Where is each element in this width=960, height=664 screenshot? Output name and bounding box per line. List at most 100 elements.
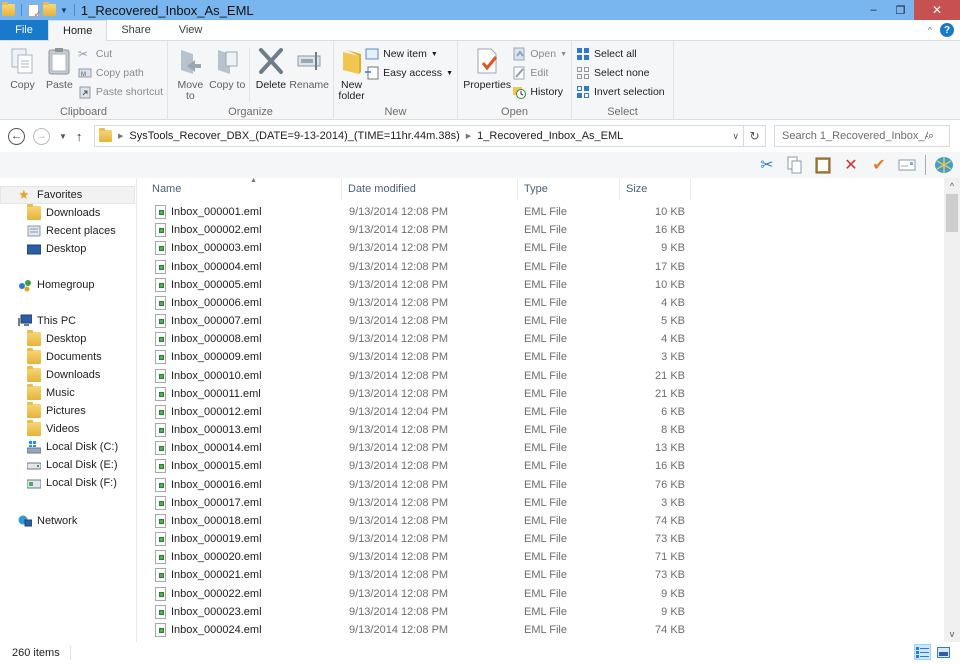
- file-row[interactable]: Inbox_000001.eml 9/13/2014 12:08 PM EML Fi…: [138, 204, 698, 222]
- address-dropdown-icon[interactable]: ∨: [732, 131, 739, 142]
- sidebar-item-this-pc[interactable]: This PC: [0, 312, 76, 330]
- copy-icon[interactable]: [785, 155, 805, 175]
- file-row[interactable]: Inbox_000017.eml 9/13/2014 12:08 PM EML Fi…: [138, 495, 698, 513]
- file-row[interactable]: Inbox_000005.eml 9/13/2014 12:08 PM EML Fi…: [138, 277, 698, 295]
- scroll-down-icon[interactable]: v: [944, 626, 960, 642]
- scroll-thumb[interactable]: [946, 194, 958, 232]
- properties-icon[interactable]: [28, 3, 41, 20]
- sidebar-label: Favorites: [37, 189, 83, 201]
- file-size: 71 KB: [655, 551, 685, 564]
- invert-selection-button[interactable]: Invert selection: [576, 84, 665, 100]
- email-icon[interactable]: [897, 155, 917, 175]
- sidebar-item-local-disk-f[interactable]: Local Disk (F:): [0, 474, 117, 492]
- tab-view[interactable]: View: [165, 20, 217, 40]
- breadcrumb-item[interactable]: 1_Recovered_Inbox_As_EML: [477, 130, 623, 142]
- file-row[interactable]: Inbox_000008.eml 9/13/2014 12:08 PM EML Fi…: [138, 331, 698, 349]
- move-to-label: Move to: [177, 79, 204, 102]
- file-row[interactable]: Inbox_000013.eml 9/13/2014 12:08 PM EML Fi…: [138, 422, 698, 440]
- qat-dropdown-icon[interactable]: ▼: [60, 6, 68, 15]
- new-item-button[interactable]: New item ▼: [365, 46, 453, 62]
- file-row[interactable]: Inbox_000021.eml 9/13/2014 12:08 PM EML Fi…: [138, 567, 698, 585]
- file-row[interactable]: Inbox_000024.eml 9/13/2014 12:08 PM EML Fi…: [138, 622, 698, 640]
- help-icon[interactable]: ?: [940, 23, 954, 37]
- history-button[interactable]: History: [512, 84, 567, 100]
- large-icons-view-icon: [937, 646, 950, 658]
- forward-button[interactable]: →: [33, 127, 50, 145]
- close-button[interactable]: ✕: [914, 0, 960, 20]
- search-icon[interactable]: ⌕: [928, 130, 934, 143]
- copy-path-button[interactable]: M Copy path: [78, 65, 163, 81]
- column-header-size[interactable]: Size: [620, 178, 691, 200]
- sidebar-item-videos[interactable]: Videos: [0, 420, 79, 438]
- edit-button[interactable]: Edit: [512, 65, 567, 81]
- sidebar-item-pc-downloads[interactable]: Downloads: [0, 366, 100, 384]
- file-row[interactable]: Inbox_000010.eml 9/13/2014 12:08 PM EML Fi…: [138, 368, 698, 386]
- sidebar-item-recent-places[interactable]: Recent places: [0, 222, 116, 240]
- easy-access-button[interactable]: Easy access ▼: [365, 65, 453, 81]
- delete-icon[interactable]: ✕: [841, 155, 861, 175]
- file-row[interactable]: Inbox_000014.eml 9/13/2014 12:08 PM EML Fi…: [138, 440, 698, 458]
- file-row[interactable]: Inbox_000011.eml 9/13/2014 12:08 PM EML Fi…: [138, 386, 698, 404]
- cut-icon[interactable]: ✂: [757, 155, 777, 175]
- search-box[interactable]: ⌕: [774, 125, 950, 147]
- cut-button[interactable]: ✂ Cut: [78, 46, 163, 62]
- tab-share[interactable]: Share: [107, 20, 164, 40]
- refresh-icon[interactable]: ↻: [743, 126, 765, 146]
- column-header-date[interactable]: Date modified: [342, 178, 518, 200]
- file-row[interactable]: Inbox_000004.eml 9/13/2014 12:08 PM EML Fi…: [138, 259, 698, 277]
- sidebar-item-downloads[interactable]: Downloads: [0, 204, 100, 222]
- sidebar-item-documents[interactable]: Documents: [0, 348, 102, 366]
- file-row[interactable]: Inbox_000009.eml 9/13/2014 12:08 PM EML Fi…: [138, 349, 698, 367]
- scroll-up-icon[interactable]: ^: [944, 178, 960, 194]
- sidebar-item-network[interactable]: Network: [0, 512, 77, 530]
- up-button[interactable]: ↑: [76, 129, 83, 144]
- recent-locations-icon[interactable]: ▼: [59, 132, 67, 141]
- back-button[interactable]: ←: [8, 127, 25, 145]
- minimize-button[interactable]: –: [860, 0, 887, 20]
- sidebar-item-music[interactable]: Music: [0, 384, 75, 402]
- tab-home[interactable]: Home: [48, 20, 108, 41]
- sidebar-item-desktop[interactable]: Desktop: [0, 240, 86, 258]
- file-row[interactable]: Inbox_000012.eml 9/13/2014 12:04 PM EML Fi…: [138, 404, 698, 422]
- vertical-scrollbar[interactable]: ^ v: [944, 178, 960, 642]
- large-icons-view-button[interactable]: [935, 644, 952, 660]
- file-row[interactable]: Inbox_000006.eml 9/13/2014 12:08 PM EML Fi…: [138, 295, 698, 313]
- new-folder-icon[interactable]: [43, 2, 56, 16]
- sidebar-item-favorites[interactable]: ★ Favorites: [0, 186, 135, 204]
- file-row[interactable]: Inbox_000022.eml 9/13/2014 12:08 PM EML Fi…: [138, 586, 698, 604]
- crumb-arrow-icon[interactable]: ▶: [118, 132, 123, 140]
- select-none-button[interactable]: Select none: [576, 65, 665, 81]
- sidebar-item-local-disk-e[interactable]: Local Disk (E:): [0, 456, 118, 474]
- file-row[interactable]: Inbox_000016.eml 9/13/2014 12:08 PM EML Fi…: [138, 477, 698, 495]
- file-row[interactable]: Inbox_000003.eml 9/13/2014 12:08 PM EML Fi…: [138, 240, 698, 258]
- sidebar-item-pictures[interactable]: Pictures: [0, 402, 86, 420]
- details-view-button[interactable]: [914, 644, 931, 660]
- restore-button[interactable]: ❐: [887, 0, 914, 20]
- crumb-arrow-icon[interactable]: ▶: [466, 132, 471, 140]
- file-row[interactable]: Inbox_000020.eml 9/13/2014 12:08 PM EML Fi…: [138, 549, 698, 567]
- file-name: Inbox_000017.eml: [171, 496, 262, 509]
- checkmark-icon[interactable]: ✔: [869, 155, 889, 175]
- select-all-button[interactable]: Select all: [576, 46, 665, 62]
- file-row[interactable]: Inbox_000002.eml 9/13/2014 12:08 PM EML Fi…: [138, 222, 698, 240]
- paste-icon[interactable]: [813, 155, 833, 175]
- column-header-name[interactable]: Name ▲: [146, 178, 342, 200]
- sidebar-item-pc-desktop[interactable]: Desktop: [0, 330, 86, 348]
- collapse-ribbon-icon[interactable]: ^: [928, 25, 932, 35]
- paste-shortcut-button[interactable]: Paste shortcut: [78, 84, 163, 100]
- breadcrumb-item[interactable]: SysTools_Recover_DBX_(DATE=9-13-2014)_(T…: [129, 130, 459, 142]
- eml-file-icon: [155, 604, 166, 619]
- tab-file[interactable]: File: [0, 20, 48, 40]
- sidebar-item-homegroup[interactable]: Homegroup: [0, 276, 94, 294]
- file-row[interactable]: Inbox_000007.eml 9/13/2014 12:08 PM EML Fi…: [138, 313, 698, 331]
- address-bar[interactable]: ▶ SysTools_Recover_DBX_(DATE=9-13-2014)_…: [94, 125, 766, 147]
- file-row[interactable]: Inbox_000023.eml 9/13/2014 12:08 PM EML Fi…: [138, 604, 698, 622]
- open-button[interactable]: Open ▼: [512, 46, 567, 62]
- file-row[interactable]: Inbox_000015.eml 9/13/2014 12:08 PM EML Fi…: [138, 458, 698, 476]
- file-row[interactable]: Inbox_000018.eml 9/13/2014 12:08 PM EML Fi…: [138, 513, 698, 531]
- file-row[interactable]: Inbox_000019.eml 9/13/2014 12:08 PM EML Fi…: [138, 531, 698, 549]
- search-input[interactable]: [782, 130, 928, 142]
- shell-icon[interactable]: [934, 155, 954, 175]
- column-header-type[interactable]: Type: [518, 178, 620, 200]
- sidebar-item-local-disk-c[interactable]: Local Disk (C:): [0, 438, 118, 456]
